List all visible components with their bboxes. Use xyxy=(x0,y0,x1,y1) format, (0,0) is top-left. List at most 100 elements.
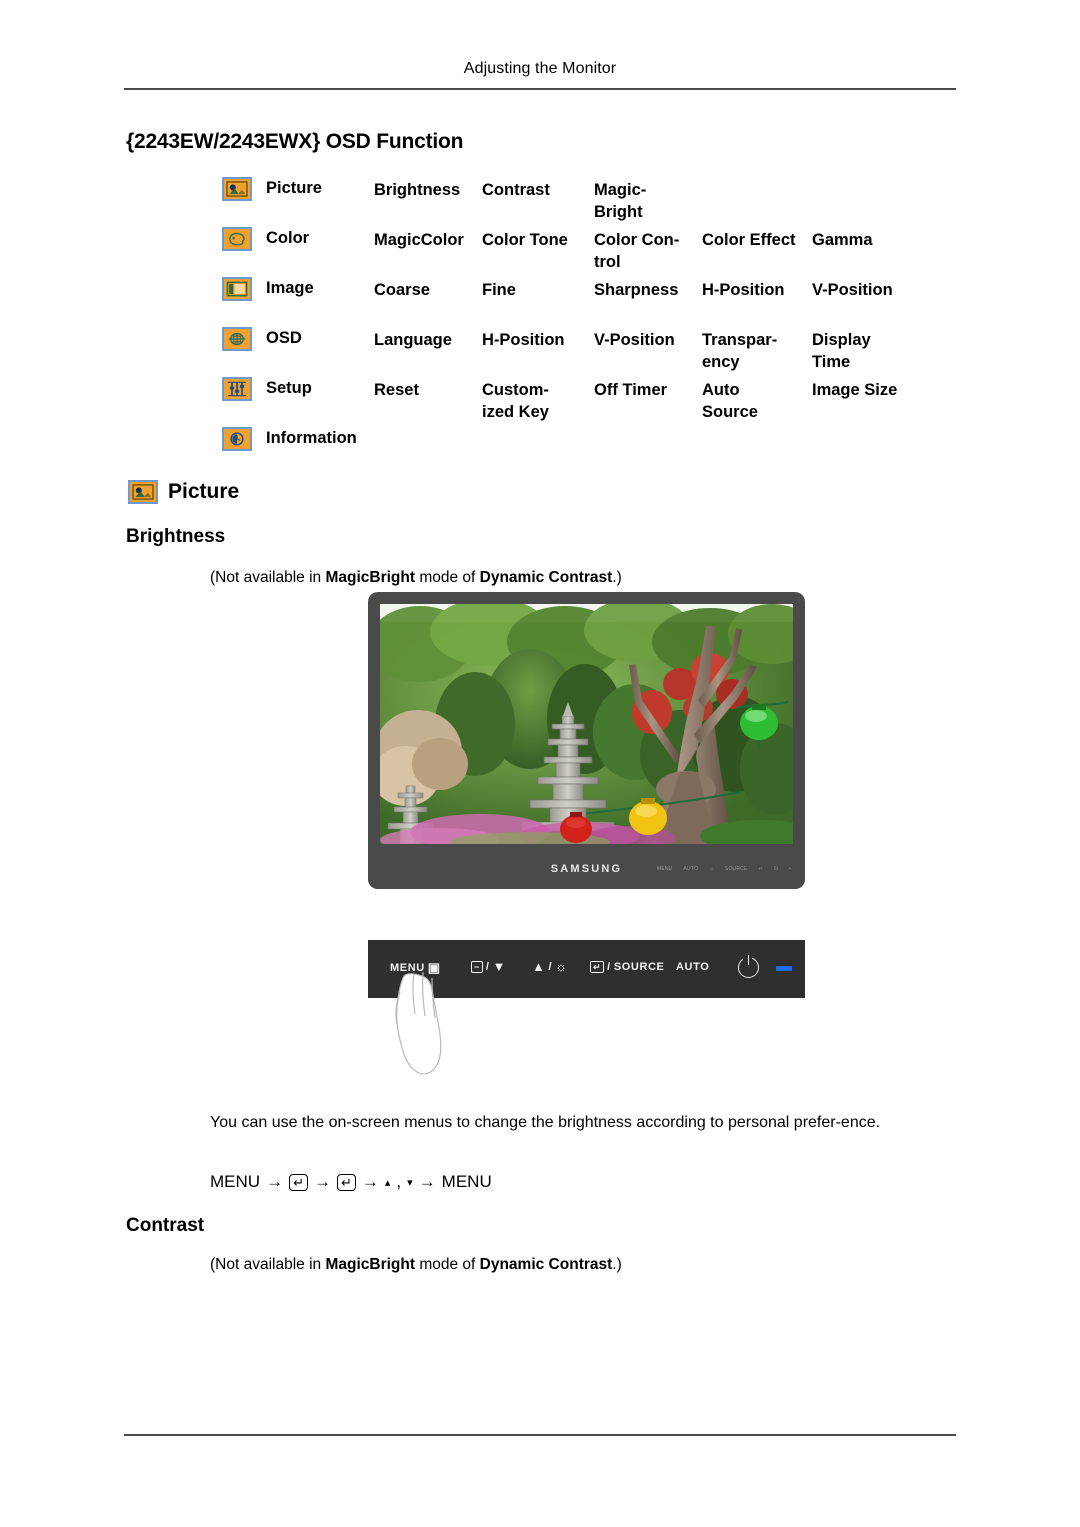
enter-key-icon: ↵ xyxy=(289,1173,308,1191)
note-prefix: (Not available in xyxy=(210,1256,326,1273)
bezel-key-led-icon: • xyxy=(789,866,791,872)
note-middle: mode of xyxy=(415,1256,480,1273)
brightness-sun-icon: ☼ xyxy=(555,959,568,974)
path-menu-end: MENU xyxy=(441,1172,492,1191)
path-menu-start: MENU xyxy=(210,1172,261,1191)
row-icon-cell xyxy=(222,427,256,451)
row-icon-cell xyxy=(222,277,256,301)
bezel-key-auto[interactable]: AUTO xyxy=(684,866,699,872)
monitor-bottom-bezel: SAMSUNG MENU AUTO ☼ SOURCE ↵ ⏻ • xyxy=(368,853,805,889)
up-triangle-icon: ▴ xyxy=(384,1176,391,1189)
row-icon-cell xyxy=(222,227,256,251)
brightness-description: You can use the on-screen menus to chang… xyxy=(210,1114,881,1131)
down-button[interactable]: − / ▼ xyxy=(471,960,506,973)
picture-heading-label: Picture xyxy=(168,480,240,503)
note-dynamic-contrast: Dynamic Contrast xyxy=(479,569,613,586)
osd-item: Color Tone xyxy=(482,231,568,249)
contrast-availability-note: (Not available in MagicBright mode of Dy… xyxy=(210,1256,622,1274)
up-triangle-icon: ▲ xyxy=(532,959,546,974)
row-label: Setup xyxy=(266,379,312,397)
enter-key-icon: ↵ xyxy=(336,1173,356,1191)
table-row: Image Coarse Fine Sharpness H-Position V… xyxy=(222,276,962,312)
arrow-right-icon: → xyxy=(361,1172,379,1191)
row-icon-cell xyxy=(222,327,256,351)
osd-item: Color Con- trol xyxy=(594,231,680,271)
monitor-illustration: SAMSUNG MENU AUTO ☼ SOURCE ↵ ⏻ • xyxy=(368,592,805,889)
osd-item: Transpar- ency xyxy=(702,331,778,371)
monitor-screen-image xyxy=(380,604,793,844)
row-label: Image xyxy=(266,279,314,297)
osd-item: Fine xyxy=(482,281,516,299)
auto-button[interactable]: AUTO xyxy=(676,961,709,973)
osd-item: Brightness xyxy=(374,181,461,199)
osd-item: Reset xyxy=(374,381,419,399)
information-clock-icon xyxy=(222,427,252,451)
led-indicator-icon xyxy=(776,966,792,971)
running-header-title: Adjusting the Monitor xyxy=(463,60,617,77)
power-button[interactable] xyxy=(738,955,759,978)
brightness-heading: Brightness xyxy=(126,526,226,547)
power-icon xyxy=(738,955,759,978)
down-triangle-icon: ▾ xyxy=(407,1176,413,1189)
contrast-heading: Contrast xyxy=(126,1215,205,1236)
osd-function-table: Picture Brightness Contrast Magic- Brigh… xyxy=(222,176,962,476)
note-middle: mode of xyxy=(415,569,480,586)
note-suffix: .) xyxy=(612,569,622,586)
osd-item: Coarse xyxy=(374,281,430,299)
osd-item: Color Effect xyxy=(702,231,796,249)
up-brightness-button[interactable]: ▲ / ☼ xyxy=(532,960,568,973)
menu-navigation-path: MENU → ↵ → ↵ → ▴ , ▾ → MENU xyxy=(210,1172,492,1192)
osd-icon xyxy=(222,327,252,351)
note-magicbright: MagicBright xyxy=(325,569,416,586)
row-label: OSD xyxy=(266,329,302,347)
bezel-key-menu[interactable]: MENU xyxy=(657,866,673,872)
path-comma: , xyxy=(396,1172,402,1191)
arrow-right-icon: → xyxy=(266,1172,284,1191)
osd-item: Display Time xyxy=(812,331,871,371)
key-separator: / xyxy=(607,961,611,973)
arrow-right-icon: → xyxy=(313,1172,331,1191)
picture-icon xyxy=(128,480,158,504)
auto-label: AUTO xyxy=(676,961,710,973)
osd-item: Auto Source xyxy=(702,381,758,421)
bezel-key-source[interactable]: SOURCE xyxy=(725,866,748,872)
enter-box-icon: ↵ xyxy=(590,961,605,973)
table-row: OSD Language H-Position V-Position Trans… xyxy=(222,326,962,371)
menu-button[interactable]: MENU ▣ xyxy=(390,961,441,974)
minus-box-icon: − xyxy=(471,960,483,973)
osd-item: H-Position xyxy=(702,281,785,299)
osd-item: H-Position xyxy=(482,331,565,349)
osd-item: Image Size xyxy=(812,381,898,399)
osd-item: Gamma xyxy=(812,231,873,249)
osd-item: MagicColor xyxy=(374,231,464,249)
row-icon-cell xyxy=(222,377,256,401)
bezel-key-brightness-icon[interactable]: ☼ xyxy=(709,866,714,872)
power-led xyxy=(776,966,792,971)
osd-item: Custom- ized Key xyxy=(482,381,549,421)
document-page: Adjusting the Monitor {2243EW/2243EWX} O… xyxy=(0,0,1080,1527)
footer-divider-rule xyxy=(124,1434,956,1436)
bezel-key-power-icon[interactable]: ⏻ xyxy=(774,866,778,872)
image-icon xyxy=(222,277,252,301)
note-dynamic-contrast: Dynamic Contrast xyxy=(479,1256,613,1273)
enter-source-button[interactable]: ↵ / SOURCE xyxy=(590,961,664,973)
table-row: Color MagicColor Color Tone Color Con- t… xyxy=(222,226,962,271)
color-palette-icon xyxy=(222,227,252,251)
header-divider-rule xyxy=(124,88,956,90)
note-magicbright: MagicBright xyxy=(325,1256,416,1273)
osd-item: V-Position xyxy=(812,281,893,299)
table-row: Setup Reset Custom- ized Key Off Timer A… xyxy=(222,376,962,421)
row-label: Color xyxy=(266,229,310,247)
osd-item: Off Timer xyxy=(594,381,668,399)
osd-item: Contrast xyxy=(482,181,550,199)
setup-sliders-icon xyxy=(222,377,252,401)
brightness-availability-note: (Not available in MagicBright mode of Dy… xyxy=(210,569,622,587)
key-separator: / xyxy=(485,960,490,973)
arrow-right-icon: → xyxy=(418,1172,436,1191)
note-suffix: .) xyxy=(612,1256,622,1273)
picture-section-heading: Picture xyxy=(128,480,239,504)
bezel-key-enter-icon[interactable]: ↵ xyxy=(759,866,763,872)
control-panel-keys: MENU ▣ − / ▼ ▲ / ☼ ↵ / SOURCE AUTO xyxy=(368,940,805,998)
key-separator: / xyxy=(548,960,553,973)
menu-button-label: MENU xyxy=(390,961,425,974)
